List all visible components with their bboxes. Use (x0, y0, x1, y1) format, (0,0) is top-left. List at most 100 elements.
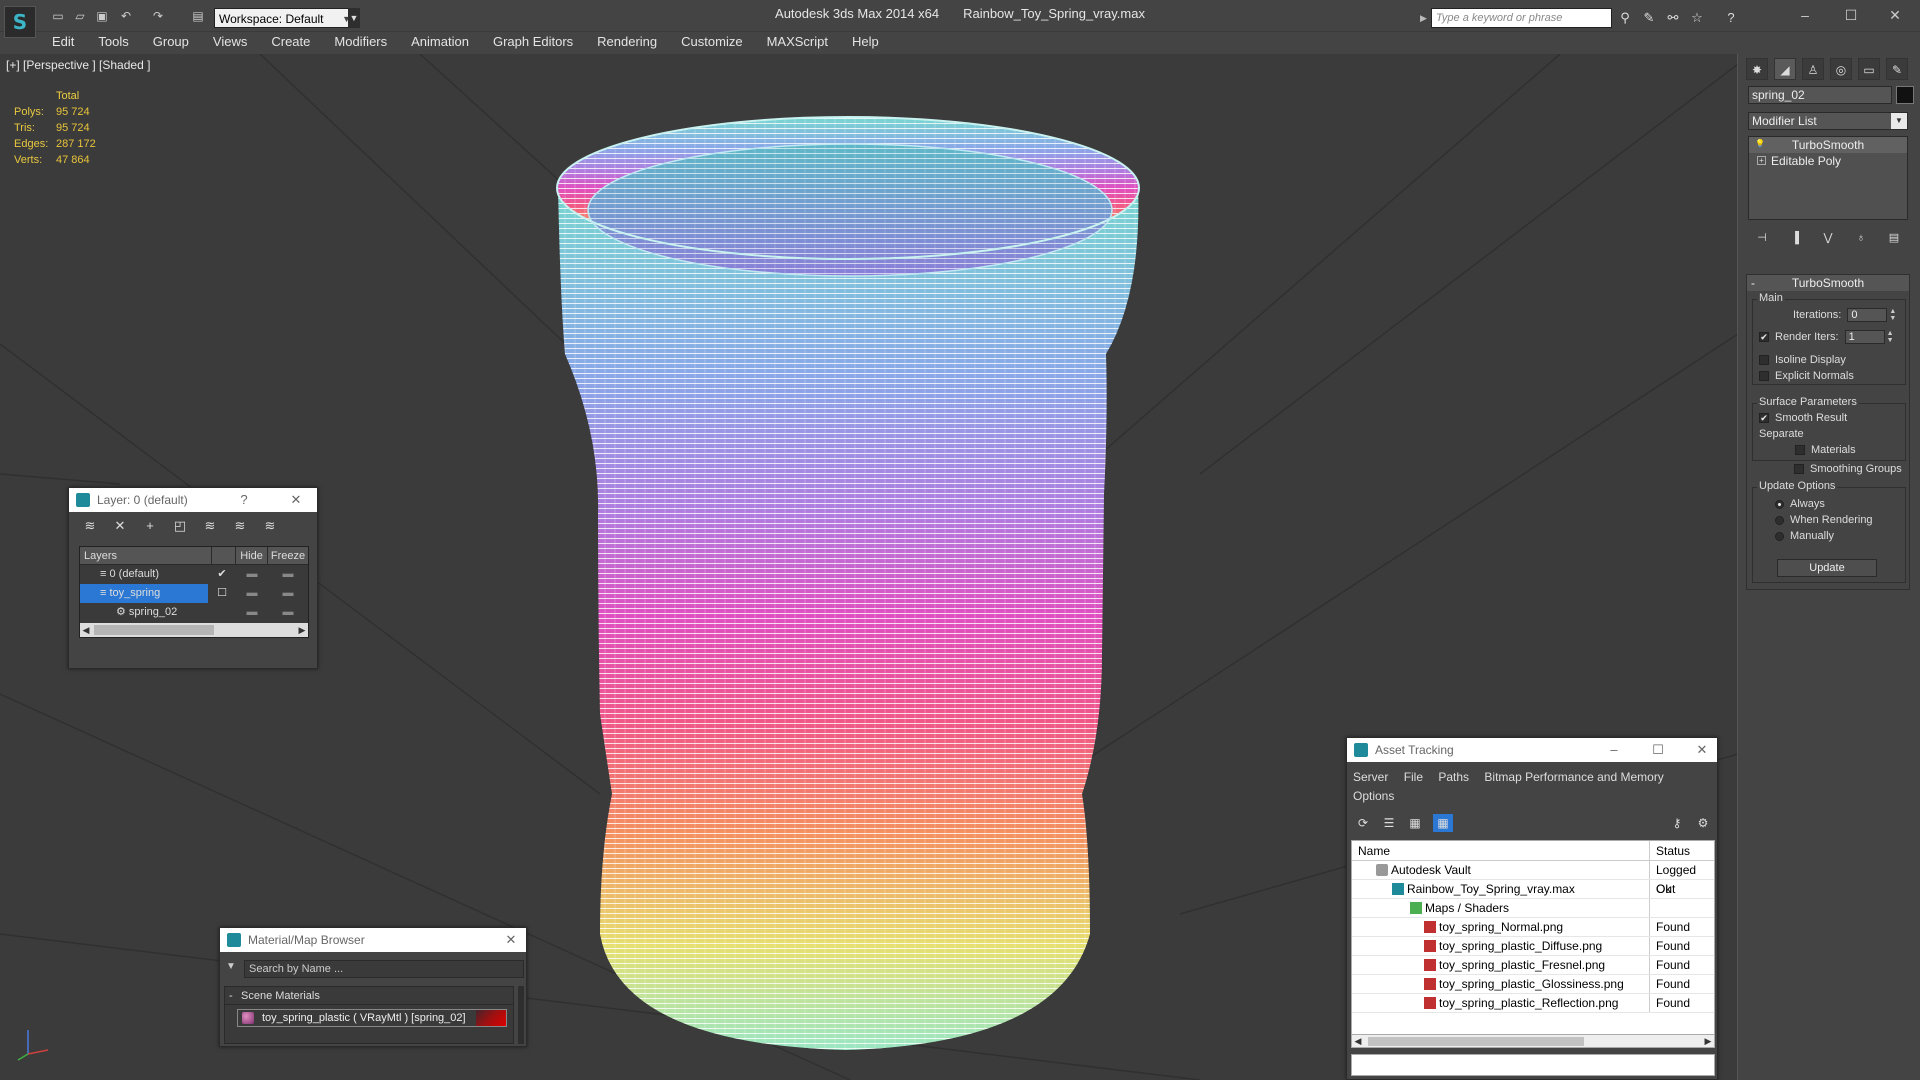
scene-materials-group[interactable]: - Scene Materials (225, 987, 513, 1005)
menu-maxscript[interactable]: MAXScript (755, 32, 840, 52)
help-icon[interactable]: ? (1722, 9, 1740, 27)
update-button[interactable]: Update (1777, 559, 1877, 577)
configure-sets-icon[interactable]: ▤ (1886, 230, 1902, 246)
isoline-checkbox[interactable] (1759, 355, 1769, 365)
window-titlebar[interactable]: Asset Tracking – ☐ ✕ (1347, 738, 1717, 762)
scroll-thumb[interactable] (1368, 1037, 1584, 1046)
scroll-left-icon[interactable]: ◀ (80, 623, 92, 637)
create-layer-icon[interactable]: ≋ (79, 516, 101, 536)
add-to-layer-icon[interactable]: + (139, 516, 161, 536)
signin-icon[interactable]: ⚯ (1664, 9, 1682, 27)
binoculars-icon[interactable]: ⚲ (1616, 9, 1634, 27)
scroll-right-icon[interactable]: ▶ (1702, 1035, 1714, 1047)
spinner-arrows-icon[interactable]: ▲ ▼ (1887, 330, 1895, 344)
materials-checkbox[interactable] (1795, 445, 1805, 455)
iterations-spinner[interactable]: 0 (1847, 308, 1888, 322)
menu-rendering[interactable]: Rendering (585, 32, 669, 52)
current-layer-box-icon[interactable]: ☐ (208, 584, 236, 603)
horizontal-scrollbar[interactable]: ◀ ▶ (1351, 1034, 1715, 1048)
asset-row[interactable]: toy_spring_Normal.png Found (1352, 918, 1714, 937)
stack-item-editable-poly[interactable]: + Editable Poly (1749, 153, 1907, 169)
asset-row[interactable]: toy_spring_plastic_Reflection.png Found (1352, 994, 1714, 1013)
asset-row[interactable]: Autodesk Vault Logged Out (1352, 861, 1714, 896)
menu-bitmap-performance[interactable]: Bitmap Performance and Memory (1484, 770, 1663, 784)
close-icon[interactable]: ✕ (1880, 4, 1910, 26)
utilities-tab-icon[interactable]: ✎ (1886, 58, 1908, 80)
display-tab-icon[interactable]: ▭ (1858, 58, 1880, 80)
search-expand-icon[interactable]: ▶ (1420, 8, 1430, 28)
delete-layer-icon[interactable]: ✕ (109, 516, 131, 536)
material-search-input[interactable]: Search by Name ... (244, 960, 524, 978)
menu-animation[interactable]: Animation (399, 32, 481, 52)
menu-modifiers[interactable]: Modifiers (322, 32, 399, 52)
freeze-toggle[interactable]: ▬ (268, 603, 308, 622)
current-layer-check-icon[interactable]: ✔ (208, 565, 236, 584)
menu-server[interactable]: Server (1353, 770, 1388, 784)
freeze-toggle[interactable]: ▬ (268, 584, 308, 603)
grid-view-icon[interactable]: ▦ (1433, 814, 1453, 832)
asset-row[interactable]: toy_spring_plastic_Glossiness.png Found (1352, 975, 1714, 994)
render-iters-checkbox[interactable]: ✔ (1759, 332, 1769, 342)
window-titlebar[interactable]: Layer: 0 (default) ? ✕ (69, 488, 317, 512)
help-icon[interactable]: ? (229, 488, 259, 512)
menu-paths[interactable]: Paths (1438, 770, 1469, 784)
hide-toggle[interactable]: ▬ (236, 565, 268, 584)
col-status[interactable]: Status (1650, 841, 1714, 860)
communication-center-icon[interactable]: ✎ (1640, 9, 1658, 27)
menu-customize[interactable]: Customize (669, 32, 754, 52)
list-view-icon[interactable]: ☰ (1379, 814, 1399, 832)
asset-row[interactable]: toy_spring_plastic_Fresnel.png Found (1352, 956, 1714, 975)
vault-login-icon[interactable]: ⚷ (1667, 814, 1687, 832)
rollout-header[interactable]: - TurboSmooth (1747, 275, 1909, 291)
layer-row[interactable]: ≡ 0 (default) ✔ ▬ ▬ (80, 565, 308, 584)
select-objects-icon[interactable]: ◰ (169, 516, 191, 536)
menu-group[interactable]: Group (141, 32, 201, 52)
horizontal-scrollbar[interactable]: ◀ ▶ (80, 623, 308, 637)
layer-row[interactable]: ⚙ spring_02 ▬ ▬ (80, 603, 308, 622)
hide-toggle[interactable]: ▬ (236, 603, 268, 622)
maximize-icon[interactable]: ☐ (1836, 4, 1866, 26)
minimize-icon[interactable]: – (1790, 4, 1820, 26)
menu-options[interactable]: Options (1353, 789, 1394, 803)
explicit-normals-checkbox[interactable] (1759, 371, 1769, 381)
render-iters-spinner[interactable]: 1 (1844, 330, 1885, 344)
maximize-icon[interactable]: ☐ (1643, 738, 1673, 762)
col-name[interactable]: Name (1352, 841, 1650, 860)
hierarchy-tab-icon[interactable]: ♙ (1802, 58, 1824, 80)
filter-dropdown-icon[interactable]: ▼ (226, 961, 240, 972)
modify-tab-icon[interactable]: ◢ (1774, 58, 1796, 80)
hide-toggle[interactable]: ▬ (236, 584, 268, 603)
search-input[interactable]: Type a keyword or phrase (1431, 8, 1612, 28)
manually-radio[interactable] (1775, 531, 1784, 541)
close-icon[interactable]: ✕ (281, 488, 311, 512)
always-radio[interactable] (1775, 499, 1784, 509)
make-unique-icon[interactable]: ⋁ (1820, 230, 1836, 246)
workspace-select[interactable]: Workspace: Default ▼ (214, 8, 354, 28)
object-color-swatch[interactable] (1896, 86, 1914, 104)
motion-tab-icon[interactable]: ◎ (1830, 58, 1852, 80)
hide-all-layers-icon[interactable]: ≋ (229, 516, 251, 536)
stack-item-turbosmooth[interactable]: 💡 TurboSmooth (1749, 137, 1907, 153)
window-titlebar[interactable]: Material/Map Browser ✕ (220, 928, 526, 952)
menu-graph-editors[interactable]: Graph Editors (481, 32, 585, 52)
workspace-dropdown-arrow[interactable]: ▼ (348, 8, 360, 28)
table-view-icon[interactable]: ▦ (1405, 814, 1425, 832)
scroll-left-icon[interactable]: ◀ (1352, 1035, 1364, 1047)
highlight-layer-icon[interactable]: ≋ (199, 516, 221, 536)
menu-views[interactable]: Views (201, 32, 259, 52)
pin-stack-icon[interactable]: ⊣ (1754, 230, 1770, 246)
scroll-thumb[interactable] (94, 625, 214, 635)
menu-help[interactable]: Help (840, 32, 891, 52)
spinner-arrows-icon[interactable]: ▲ ▼ (1889, 308, 1897, 322)
close-icon[interactable]: ✕ (1687, 738, 1717, 762)
app-menu-button[interactable]: S (4, 6, 36, 38)
scroll-right-icon[interactable]: ▶ (296, 623, 308, 637)
material-item[interactable]: toy_spring_plastic ( VRayMtl ) [spring_0… (237, 1009, 507, 1027)
minimize-icon[interactable]: – (1599, 738, 1629, 762)
favorites-star-icon[interactable]: ☆ (1688, 9, 1706, 27)
expand-plus-icon[interactable]: + (1757, 156, 1766, 165)
refresh-icon[interactable]: ⟳ (1353, 814, 1373, 832)
object-name-field[interactable]: spring_02 (1748, 86, 1892, 104)
menu-edit[interactable]: Edit (40, 32, 86, 52)
close-icon[interactable]: ✕ (496, 928, 526, 952)
